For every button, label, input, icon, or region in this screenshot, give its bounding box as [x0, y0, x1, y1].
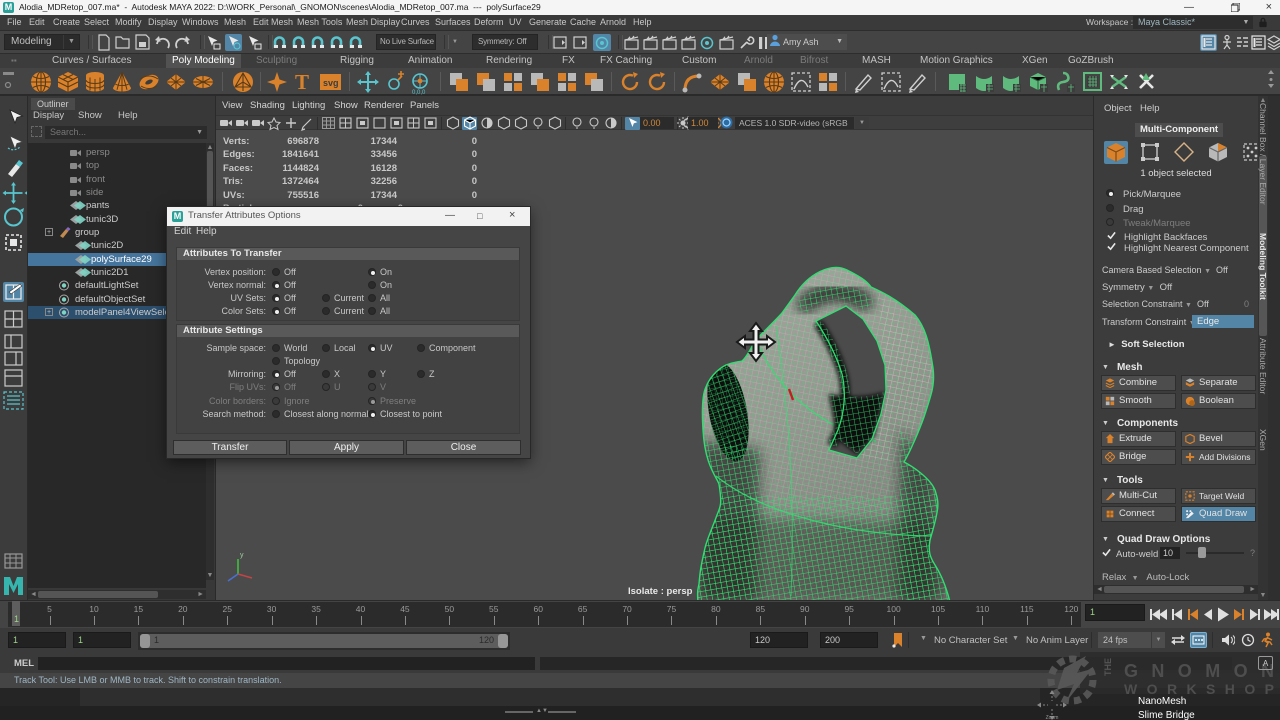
svg-text:NanoMesh: NanoMesh: [1138, 696, 1186, 707]
svg-text:Slime Bridge: Slime Bridge: [1138, 710, 1195, 720]
svg-text:Zoom: Zoom: [1046, 715, 1059, 720]
svg-text:svg: svg: [323, 78, 339, 88]
svg-text:y: y: [240, 552, 244, 559]
svg-text:T: T: [295, 70, 309, 94]
svg-text:THE: THE: [1103, 658, 1113, 676]
